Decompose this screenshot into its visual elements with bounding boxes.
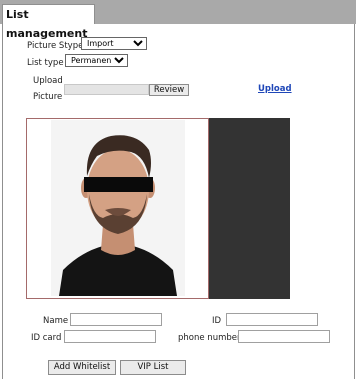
list-type-select[interactable]: Permanent lis: [65, 54, 128, 67]
phone-number-input[interactable]: [238, 330, 330, 343]
id-input[interactable]: [226, 313, 318, 326]
picture-type-label: Picture Stype: [27, 41, 84, 51]
id-card-label: ID card: [31, 333, 62, 343]
id-card-input[interactable]: [64, 330, 156, 343]
upload-picture-label-line1: Upload: [33, 76, 63, 86]
preview-side-panel: [209, 118, 290, 299]
list-type-label: List type: [27, 58, 64, 68]
review-button[interactable]: Review: [149, 84, 189, 96]
vip-list-button[interactable]: VIP List: [120, 360, 186, 375]
upload-picture-label-line2: Picture: [33, 92, 63, 102]
name-label: Name: [43, 316, 69, 326]
add-whitelist-button[interactable]: Add Whitelist: [48, 360, 116, 375]
upload-link[interactable]: Upload: [258, 84, 292, 94]
name-input[interactable]: [70, 313, 162, 326]
picture-type-select[interactable]: Import: [81, 37, 147, 50]
tab-list-management[interactable]: List management: [2, 4, 95, 40]
face-photo: [51, 120, 185, 296]
picture-preview: [26, 118, 209, 299]
file-path-field[interactable]: [64, 84, 149, 95]
phone-number-label: phone number: [178, 333, 241, 343]
id-label: ID: [212, 316, 222, 326]
